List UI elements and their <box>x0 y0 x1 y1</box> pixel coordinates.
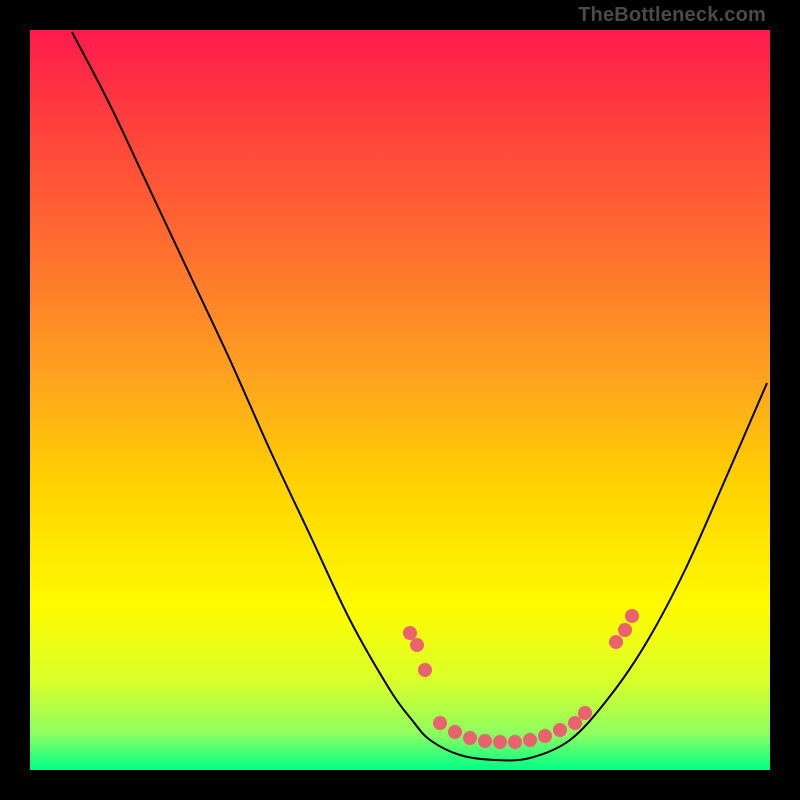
data-marker <box>493 735 507 749</box>
data-marker <box>433 716 447 730</box>
data-marker <box>418 663 432 677</box>
data-marker <box>609 635 623 649</box>
data-marker <box>618 623 632 637</box>
data-marker <box>625 609 639 623</box>
attribution-label: TheBottleneck.com <box>578 4 766 27</box>
data-marker <box>578 706 592 720</box>
data-marker <box>538 729 552 743</box>
chart-area <box>30 30 770 770</box>
plot-svg <box>30 30 770 770</box>
data-marker <box>553 723 567 737</box>
data-marker <box>508 735 522 749</box>
data-marker <box>410 638 424 652</box>
data-marker <box>463 731 477 745</box>
data-marker <box>403 626 417 640</box>
data-marker <box>478 734 492 748</box>
marker-group <box>403 609 639 749</box>
data-marker <box>448 725 462 739</box>
data-marker <box>523 733 537 747</box>
data-marker <box>568 716 582 730</box>
